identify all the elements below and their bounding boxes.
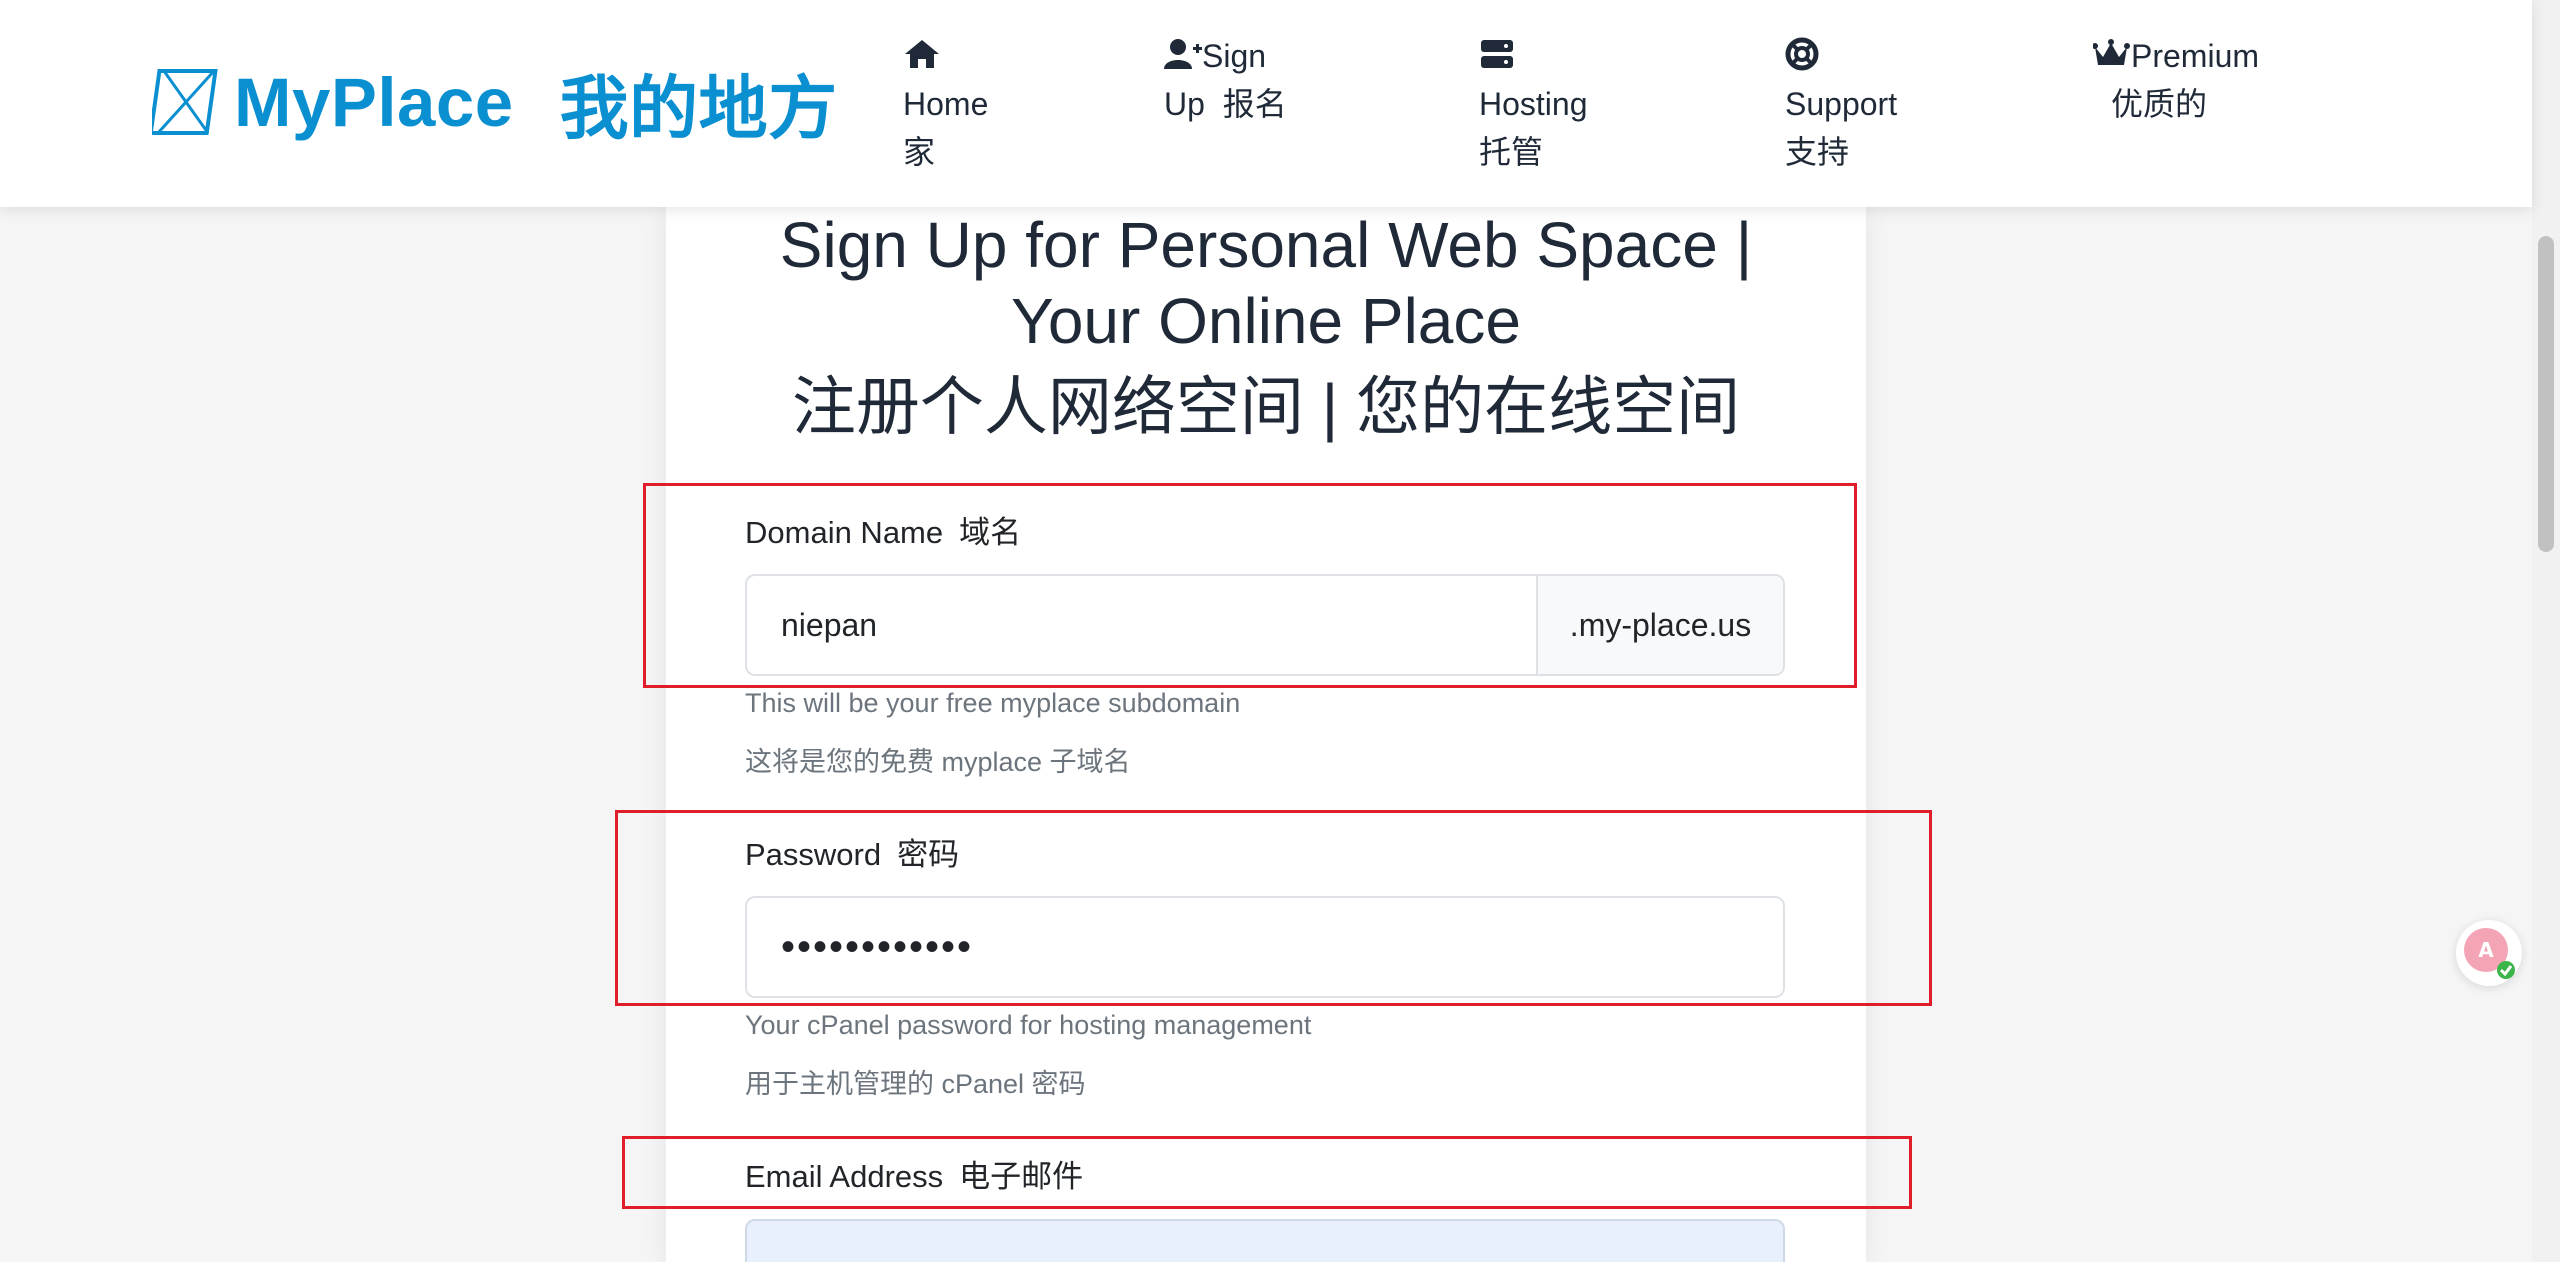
nav-signup-label-en-1: Sign — [1202, 38, 1267, 74]
email-label-cn: 电子邮件 — [959, 1159, 1084, 1194]
password-input-group: •••••••••••• — [745, 896, 1785, 998]
page: MyPlace 我的地方 Home 家 Sign Up 报名 Hosting 托… — [0, 0, 2560, 1262]
domain-input-group: niepan .my-place.us — [745, 574, 1785, 676]
email-label-en: Email Address — [745, 1159, 944, 1194]
nav-support[interactable]: Support 支持 — [1785, 32, 1897, 176]
domain-suffix: .my-place.us — [1536, 576, 1783, 674]
brand-name-cn: 我的地方 — [559, 70, 838, 147]
scrollbar-thumb[interactable] — [2538, 236, 2554, 552]
domain-input[interactable]: niepan — [747, 576, 1536, 674]
life-ring-icon — [1785, 37, 1819, 71]
nav-premium-label-en: Premium — [2131, 38, 2260, 74]
password-label-en: Password — [745, 837, 882, 872]
top-navbar: MyPlace 我的地方 Home 家 Sign Up 报名 Hosting 托… — [0, 0, 2532, 207]
page-title-cn: 注册个人网络空间 | 您的在线空间 — [791, 371, 1741, 443]
vertical-scrollbar[interactable] — [2532, 0, 2560, 1262]
nav-hosting-label-cn: 托管 — [1479, 134, 1544, 170]
password-input[interactable]: •••••••••••• — [747, 898, 1783, 996]
nav-home[interactable]: Home 家 — [903, 32, 988, 176]
domain-help-cn: 这将是您的免费 myplace 子域名 — [745, 747, 1131, 777]
email-input[interactable] — [745, 1219, 1785, 1262]
password-help-cn: 用于主机管理的 cPanel 密码 — [745, 1069, 1086, 1099]
translate-fab-button[interactable]: A — [2456, 920, 2522, 986]
nav-hosting[interactable]: Hosting 托管 — [1479, 32, 1588, 176]
page-title-en: Sign Up for Personal Web Space | Your On… — [666, 207, 1866, 359]
page-title-en-line2: Your Online Place — [1011, 285, 1521, 357]
domain-help-en: This will be your free myplace subdomain — [745, 688, 1241, 718]
domain-label-en: Domain Name — [745, 515, 944, 550]
nav-support-label-cn: 支持 — [1785, 134, 1850, 170]
nav-hosting-label-en: Hosting — [1479, 86, 1588, 122]
translate-icon: A — [2464, 928, 2515, 979]
nav-signup-label-cn: 报名 — [1222, 86, 1287, 122]
password-help-en: Your cPanel password for hosting managem… — [745, 1010, 1312, 1040]
user-plus-icon — [1164, 39, 1202, 69]
logo-icon — [152, 69, 218, 135]
nav-sign-up[interactable]: Sign Up 报名 — [1164, 32, 1287, 128]
crown-icon — [2093, 39, 2130, 65]
brand-name-en: MyPlace — [234, 63, 514, 141]
signup-card: Sign Up for Personal Web Space | Your On… — [666, 207, 1866, 1262]
nav-home-label-en: Home — [903, 86, 989, 122]
nav-signup-label-en-2: Up — [1164, 86, 1205, 122]
brand-logo-link[interactable]: MyPlace 我的地方 — [152, 62, 838, 147]
nav-premium-label-cn: 优质的 — [2111, 86, 2208, 122]
svg-text:A: A — [2478, 938, 2494, 962]
nav-premium[interactable]: Premium 优质的 — [2093, 32, 2259, 128]
domain-label-cn: 域名 — [959, 515, 1022, 550]
home-icon — [905, 40, 939, 68]
server-icon — [1481, 40, 1513, 68]
nav-support-label-en: Support — [1785, 86, 1898, 122]
password-label-cn: 密码 — [897, 837, 960, 872]
password-label: Password 密码 — [745, 835, 959, 875]
domain-label: Domain Name 域名 — [745, 513, 1021, 553]
email-label: Email Address 电子邮件 — [745, 1157, 1083, 1197]
page-title-en-line1: Sign Up for Personal Web Space | — [779, 209, 1753, 281]
nav-home-label-cn: 家 — [903, 134, 936, 170]
